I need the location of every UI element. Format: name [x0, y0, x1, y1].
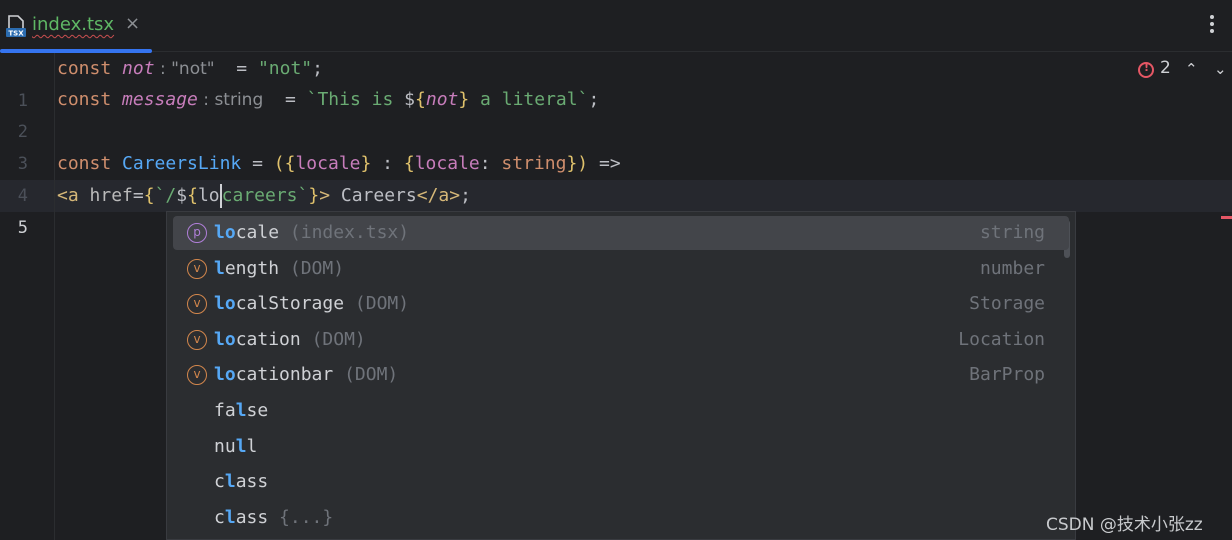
completion-type: number — [979, 257, 1045, 279]
line-number: 5 — [17, 218, 28, 238]
close-icon[interactable]: × — [125, 13, 140, 34]
completion-item[interactable]: false — [173, 394, 1069, 428]
completion-location: (DOM) — [354, 293, 410, 315]
completion-type: Storage — [969, 293, 1045, 315]
completion-name: class — [214, 471, 269, 493]
completion-location: (DOM) — [344, 364, 399, 386]
completion-item[interactable]: null — [173, 430, 1069, 464]
tsx-badge-text: TSX — [8, 30, 24, 38]
keyword: const — [57, 58, 112, 79]
type-hint: "not" — [171, 59, 215, 79]
tab-index-tsx[interactable]: TSX index.tsx × — [0, 0, 152, 53]
string-literal: "not" — [257, 58, 313, 79]
code-completion-popup[interactable]: p locale (index.tsx) string v length (DOM) nu… — [166, 211, 1076, 540]
completion-name: length (DOM) — [214, 257, 345, 279]
completion-name: false — [214, 400, 269, 421]
completion-item[interactable]: p locale (index.tsx) string — [173, 216, 1069, 250]
completion-type: string — [979, 222, 1045, 243]
completion-item[interactable]: v length (DOM) number — [173, 252, 1069, 286]
completion-location: (index.tsx) — [289, 222, 410, 243]
completion-item[interactable]: class — [173, 465, 1069, 499]
completion-name: locale (index.tsx) — [214, 222, 410, 243]
variable-kind-icon: v — [187, 365, 207, 386]
component-name: CareersLink — [122, 153, 242, 174]
code-line-4[interactable]: 4 const CareersLink = ({locale} : {local… — [0, 148, 1232, 206]
tab-title: index.tsx — [32, 14, 115, 35]
code-line-2[interactable]: 2 const message : string = `This is ${no… — [0, 84, 1232, 142]
variable-kind-icon: v — [187, 294, 207, 315]
completion-item[interactable]: v location (DOM) Location — [173, 323, 1069, 357]
completion-name: null — [214, 435, 258, 457]
editor-tab-bar: TSX index.tsx × — [0, 0, 1232, 53]
completion-name: location (DOM) — [214, 328, 366, 350]
completion-name: class {...} — [214, 506, 334, 528]
completion-location: (DOM) — [311, 328, 366, 350]
variable-kind-icon: v — [187, 329, 207, 350]
variable-kind-icon: v — [187, 258, 207, 279]
completion-location: (DOM) — [289, 257, 345, 279]
code-line-3[interactable]: 3 — [0, 116, 1232, 174]
completion-location: {...} — [279, 506, 334, 528]
completion-item[interactable]: v localStorage (DOM) Storage — [173, 287, 1069, 321]
variable-name: not — [122, 58, 155, 79]
completion-name: locationbar (DOM) — [214, 364, 399, 386]
completion-item[interactable]: v locationbar (DOM) BarProp — [173, 358, 1069, 392]
watermark: CSDN @技术小张zz — [1046, 515, 1203, 535]
code-line-1[interactable]: 1 const not : "not" = "not"; — [0, 53, 1232, 111]
completion-name: localStorage (DOM) — [214, 293, 410, 315]
code-line-5[interactable]: 5 <a href={`/${lo careers`}> Careers</a>; — [0, 180, 1232, 238]
property-kind-icon: p — [187, 223, 207, 243]
more-vertical-icon[interactable] — [1208, 15, 1216, 37]
type-hint: string — [214, 90, 264, 110]
completion-type: Location — [958, 328, 1045, 350]
typed-text: lo — [197, 185, 220, 206]
variable-name: message — [122, 89, 198, 110]
tsx-file-icon: TSX — [6, 15, 26, 38]
error-stripe-marker[interactable] — [1221, 216, 1232, 219]
completion-type: BarProp — [969, 364, 1045, 386]
completion-item[interactable]: class {...} — [173, 501, 1069, 535]
